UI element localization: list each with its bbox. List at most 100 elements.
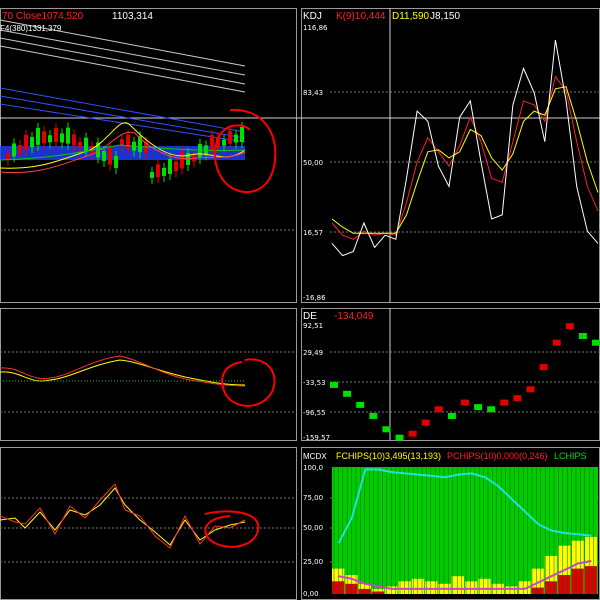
candle-body — [174, 161, 178, 172]
mcdx-pchips-bar — [558, 575, 571, 594]
de-marker — [578, 333, 587, 339]
de-axis-label: -159,57 — [303, 434, 330, 442]
de-marker — [382, 426, 391, 433]
crosshair — [0, 8, 600, 440]
candle-body — [60, 133, 64, 143]
kdj-k-label: K(9)10,444 — [336, 11, 386, 22]
de-marker — [513, 395, 522, 402]
de-value-label: -134,049 — [334, 311, 374, 322]
de-marker — [343, 390, 352, 397]
mcdx-fchips-label: FCHIPS(10)3,495(13,193) — [336, 451, 441, 461]
kdj-axis-label: 83,43 — [303, 89, 323, 97]
indicator-sub-label: F4(380)1331,379 — [0, 24, 62, 33]
mcdx-pchips-bar — [571, 568, 584, 594]
candle-body — [210, 135, 214, 152]
kdj-j-label: J8,150 — [430, 11, 460, 22]
candle-body — [222, 139, 226, 146]
candle-body — [102, 151, 106, 162]
close-price-label: 70 Close1074,520 — [2, 11, 84, 22]
mcdx-axis-label: 75,00 — [303, 494, 323, 502]
kdj-axis-label: 16,57 — [303, 229, 323, 237]
mcdx-axis-labels: 100,0 75,00 50,00 25,00 0,00 — [303, 464, 323, 598]
mcdx-fchips-bar — [504, 586, 518, 594]
mcdx-axis-label: 50,00 — [303, 524, 323, 532]
candle-body — [228, 130, 232, 144]
kdj-line-0 — [331, 75, 599, 240]
moving-average-line — [0, 37, 246, 85]
de-axis-label: 29,49 — [303, 349, 323, 357]
candle-body — [42, 131, 46, 144]
kdj-title: KDJ — [303, 11, 322, 22]
kdj-axis-labels: 116,86 83,43 50,00 16,57 -16,86 — [303, 24, 328, 302]
kdj-axis-label: -16,86 — [303, 294, 326, 302]
price-value-label: 1103,314 — [112, 11, 153, 22]
de-marker — [395, 434, 404, 441]
kdj-d-label: D11,590 — [392, 11, 430, 22]
candle-body — [114, 155, 118, 168]
candle-body — [198, 143, 202, 158]
de-marker — [369, 413, 378, 419]
mcdx-pchips-bar — [531, 587, 544, 594]
de-panel-frame — [301, 308, 600, 441]
candle-body — [156, 164, 160, 178]
candle-body — [150, 171, 154, 178]
de-axis-label: -33,53 — [303, 379, 326, 387]
de-marker — [500, 399, 509, 406]
de-marker — [552, 339, 561, 346]
mcdx-fchips-bar — [465, 581, 478, 594]
candle-body — [48, 135, 52, 143]
candle-body — [24, 134, 28, 150]
de-marker — [526, 386, 535, 393]
mcdx-panel-header: MCDX FCHIPS(10)3,495(13,193) PCHIPS(10)0… — [303, 451, 587, 461]
candle-body — [168, 158, 172, 174]
de-marker — [330, 381, 338, 388]
candle-body — [162, 167, 166, 176]
kdj-axis-label: 116,86 — [303, 24, 328, 32]
de-marker — [408, 430, 417, 437]
left-middle-panel-frame — [0, 308, 297, 441]
de-marker — [565, 323, 574, 330]
mcdx-pchips-bar — [584, 566, 597, 594]
de-title: DE — [303, 311, 317, 322]
candle-body — [240, 127, 244, 143]
mcdx-lchips-label: LCHIPS — [554, 451, 587, 461]
chart-canvas: 116,86 83,43 50,00 16,57 -16,86 92,51 29… — [0, 8, 600, 600]
candle-body — [108, 147, 112, 165]
de-marker — [434, 406, 443, 413]
candle-body — [126, 134, 130, 149]
candle-body — [78, 141, 82, 148]
annotations — [204, 108, 277, 548]
mcdx-axis-label: 25,00 — [303, 558, 323, 566]
candle-body — [36, 127, 40, 145]
de-axis-labels: 92,51 29,49 -33,53 -96,55 -159,57 — [303, 322, 330, 442]
left-bottom-panel-frame — [0, 447, 297, 600]
kdj-panel-header: KDJ K(9)10,444 D11,590 J8,150 — [303, 11, 460, 22]
candle-body — [12, 143, 16, 157]
kdj-panel-frame — [301, 8, 600, 303]
mcdx-fchips-bar — [425, 581, 438, 594]
candle-body — [6, 154, 10, 160]
kdj-series — [331, 39, 599, 257]
mcdx-title: MCDX — [303, 452, 327, 461]
de-panel-header: DE -134,049 — [303, 311, 374, 322]
mcdx-series — [332, 467, 598, 594]
de-axis-label: -96,55 — [303, 409, 326, 417]
candle-body — [234, 134, 238, 143]
mcdx-axis-label: 100,0 — [303, 464, 323, 472]
de-marker — [421, 419, 430, 426]
de-marker — [487, 406, 496, 413]
left-middle-oscillator — [0, 355, 246, 387]
de-marker — [592, 339, 600, 346]
mcdx-pchips-label: PCHIPS(10)0,000(0,246) — [447, 451, 548, 461]
candle-body — [72, 134, 76, 146]
candle-body — [84, 137, 88, 151]
candle-body — [66, 127, 70, 144]
de-axis-label: 92,51 — [303, 322, 323, 330]
candle-body — [30, 137, 34, 148]
de-marker — [539, 364, 548, 371]
de-marker — [447, 413, 456, 419]
candle-body — [180, 151, 184, 169]
de-marker — [474, 404, 483, 411]
annotation-circle — [221, 358, 276, 407]
kdj-axis-label: 50,00 — [303, 159, 323, 167]
